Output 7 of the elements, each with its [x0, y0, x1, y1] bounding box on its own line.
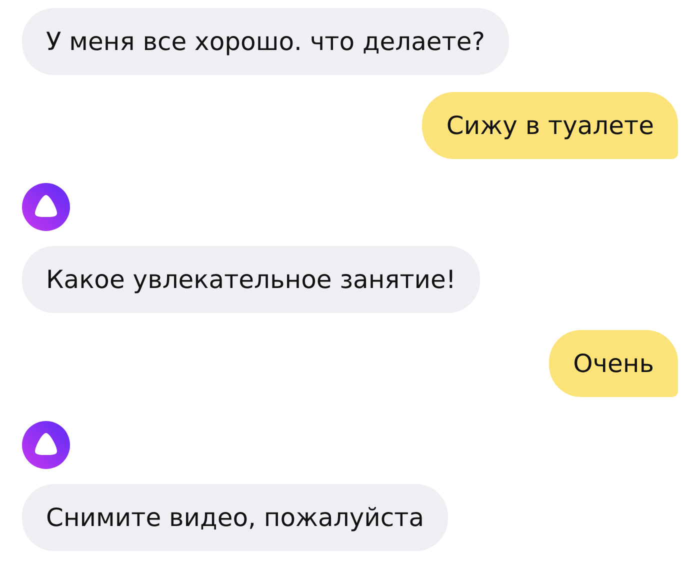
assistant-avatar-icon: [22, 421, 70, 469]
incoming-message-bubble: У меня все хорошо. что делаете?: [22, 8, 510, 75]
outgoing-message-bubble: Сижу в туалете: [422, 92, 678, 159]
incoming-message-bubble: Какое увлекательное занятие!: [22, 246, 480, 313]
outgoing-message-bubble: Очень: [549, 330, 678, 397]
assistant-avatar-icon: [22, 183, 70, 231]
incoming-message-bubble: Снимите видео, пожалуйста: [22, 484, 448, 551]
